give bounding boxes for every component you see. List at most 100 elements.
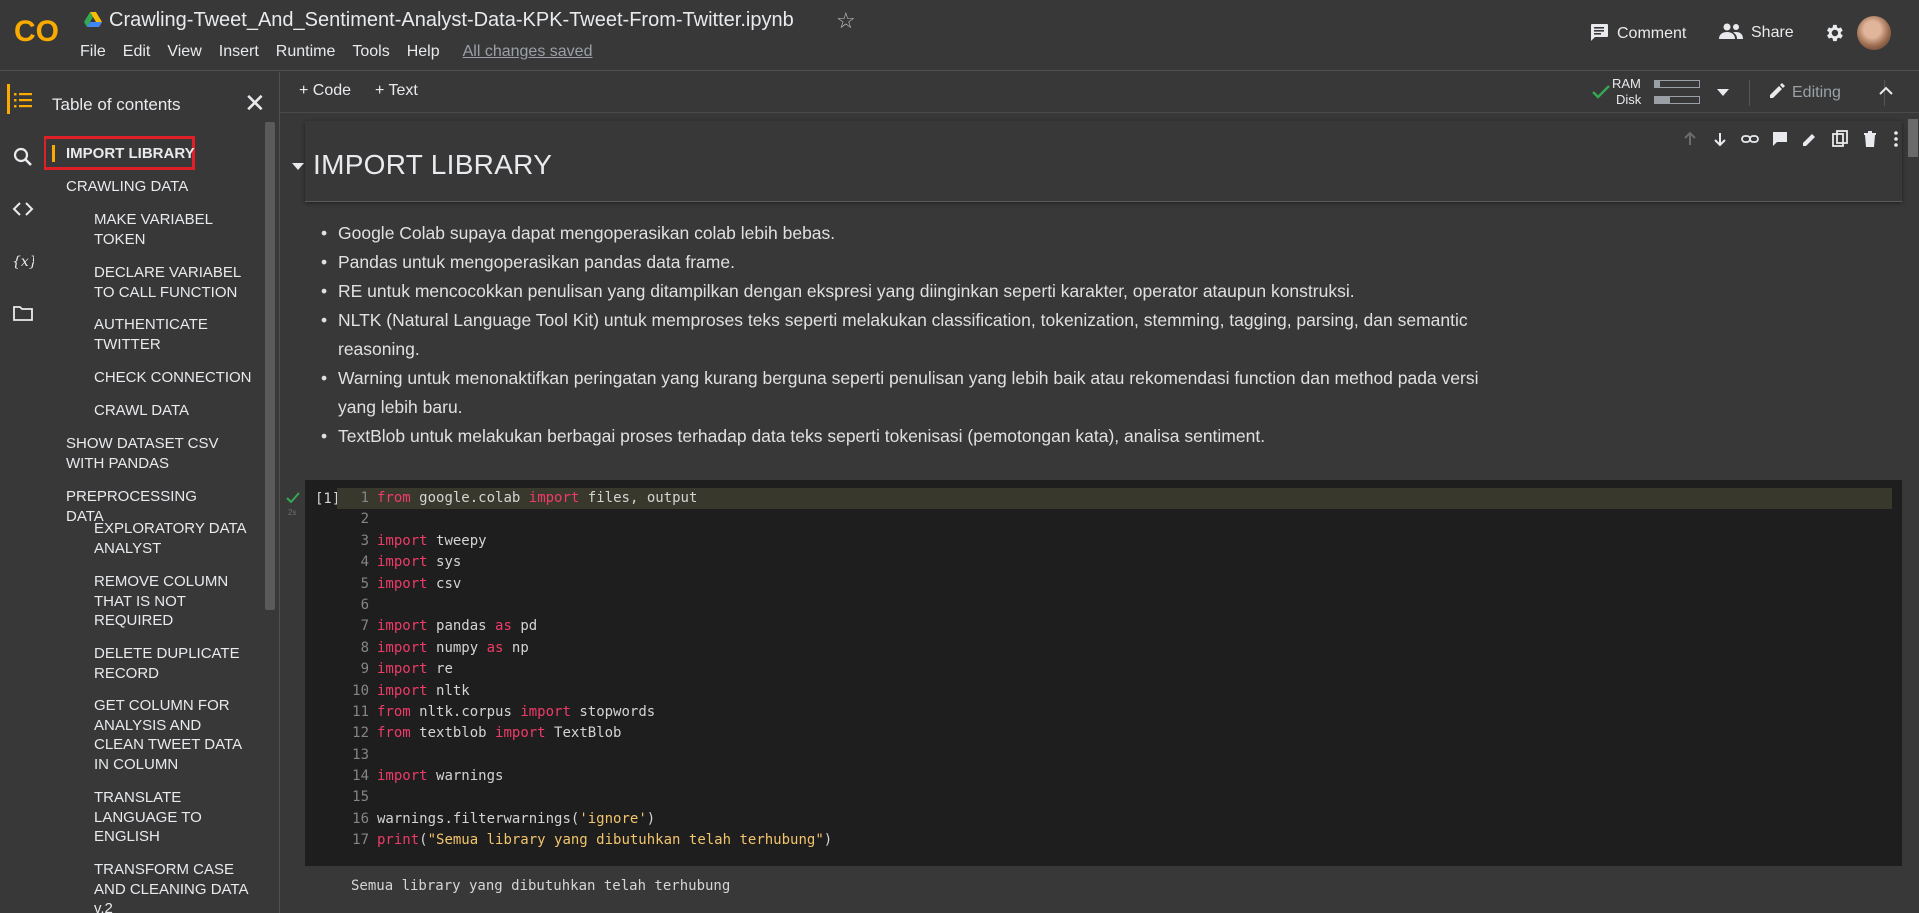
toc-item-delete-duplicate[interactable]: DELETE DUPLICATE RECORD: [94, 644, 254, 683]
toc-item-make-variabel-token[interactable]: MAKE VARIABEL TOKEN: [94, 210, 254, 249]
chevron-down-icon[interactable]: [1717, 89, 1729, 97]
code-line[interactable]: 6: [337, 595, 1892, 616]
line-number: 17: [352, 832, 369, 849]
code-line[interactable]: 3 import tweepy: [337, 531, 1892, 552]
menu-file[interactable]: File: [80, 43, 113, 61]
code-line[interactable]: 4 import sys: [337, 552, 1892, 573]
line-number: 9: [360, 661, 369, 678]
line-number: 16: [352, 810, 369, 827]
code-line[interactable]: 12 from textblob import TextBlob: [337, 723, 1892, 744]
code-line[interactable]: 11 from nltk.corpus import stopwords: [337, 702, 1892, 723]
share-button[interactable]: Share: [1719, 23, 1794, 42]
ram-disk-monitor[interactable]: RAM Disk: [1590, 75, 1700, 109]
left-rail: {x}: [0, 72, 44, 913]
code-line[interactable]: 2: [337, 509, 1892, 530]
line-number: 11: [352, 703, 369, 720]
toc-item-get-column[interactable]: GET COLUMN FOR ANALYSIS AND CLEAN TWEET …: [94, 696, 254, 774]
run-status[interactable]: 2s: [286, 490, 300, 517]
move-down-icon[interactable]: [1711, 130, 1729, 148]
toc-item-import-library[interactable]: IMPORT LIBRARY: [66, 144, 236, 164]
avatar[interactable]: [1857, 16, 1891, 50]
line-number: 3: [360, 532, 369, 549]
chevron-up-icon[interactable]: [1879, 86, 1893, 96]
toc-item-authenticate-twitter[interactable]: AUTHENTICATE TWITTER: [94, 315, 254, 354]
ram-label: RAM: [1612, 76, 1641, 91]
menu-edit[interactable]: Edit: [123, 43, 158, 61]
cell-output: Semua library yang dibutuhkan telah terh…: [351, 878, 731, 894]
description-text: Google Colab supaya dapat mengoperasikan…: [321, 219, 1538, 451]
edit-icon[interactable]: [1801, 130, 1819, 148]
code-line[interactable]: 14 import warnings: [337, 766, 1892, 787]
notebook-title[interactable]: Crawling-Tweet_And_Sentiment-Analyst-Dat…: [109, 9, 794, 32]
close-icon[interactable]: ✕: [244, 90, 266, 116]
list-item: Pandas untuk mengoperasikan pandas data …: [321, 248, 1538, 277]
table-of-contents-panel: Table of contents ✕ IMPORT LIBRARY CRAWL…: [44, 72, 280, 913]
menu-runtime[interactable]: Runtime: [276, 43, 343, 61]
code-line[interactable]: 8 import numpy as np: [337, 638, 1892, 659]
toc-icon[interactable]: [12, 89, 34, 111]
link-icon[interactable]: [1741, 130, 1759, 148]
code-line[interactable]: 7 import pandas as pd: [337, 616, 1892, 637]
code-line[interactable]: 10 import nltk: [337, 681, 1892, 702]
code-snippets-icon[interactable]: [12, 198, 34, 220]
code-line[interactable]: 1 from google.colab import files, output: [337, 488, 1892, 510]
cell-toolbar: [1675, 127, 1915, 153]
code-line[interactable]: 15: [337, 787, 1892, 808]
toc-scrollbar[interactable]: [265, 122, 275, 610]
files-icon[interactable]: [12, 302, 34, 324]
code-line[interactable]: 13: [337, 745, 1892, 766]
line-number: 6: [360, 596, 369, 613]
menu-help[interactable]: Help: [407, 43, 447, 61]
toc-item-remove-column[interactable]: REMOVE COLUMN THAT IS NOT REQUIRED: [94, 572, 254, 631]
comment-icon[interactable]: [1771, 130, 1789, 148]
code-editor[interactable]: 1 from google.colab import files, output 2…: [337, 488, 1892, 852]
pencil-icon: [1770, 83, 1785, 98]
collapse-caret-icon[interactable]: [292, 163, 304, 170]
app-header: CO Crawling-Tweet_And_Sentiment-Analyst-…: [0, 0, 1919, 71]
code-line[interactable]: 16 warnings.filterwarnings('ignore'): [337, 809, 1892, 830]
toc-item-crawl-data[interactable]: CRAWL DATA: [94, 401, 254, 421]
code-line[interactable]: 17 print("Semua library yang dibutuhkan t…: [337, 830, 1892, 851]
colab-logo[interactable]: CO: [14, 14, 64, 48]
toc-item-crawling-data[interactable]: CRAWLING DATA: [66, 177, 236, 197]
toc-item-show-dataset[interactable]: SHOW DATASET CSV WITH PANDAS: [66, 434, 236, 473]
code-cell[interactable]: 2s [1] 1 from google.colab import files, …: [286, 480, 1902, 866]
more-vert-icon[interactable]: [1887, 130, 1905, 148]
run-time: 2s: [288, 508, 297, 517]
add-code-button[interactable]: + Code: [299, 82, 351, 100]
disk-label: Disk: [1616, 92, 1642, 107]
menu-tools[interactable]: Tools: [352, 43, 396, 61]
menu-insert[interactable]: Insert: [219, 43, 266, 61]
comment-button[interactable]: Comment: [1589, 23, 1686, 43]
toc-item-transform-case[interactable]: TRANSFORM CASE AND CLEANING DATA v.2: [94, 860, 254, 913]
comment-label: Comment: [1617, 25, 1687, 42]
variables-icon[interactable]: {x}: [12, 250, 34, 272]
toc-item-translate-language[interactable]: TRANSLATE LANGUAGE TO ENGLISH: [94, 788, 254, 847]
toc-item-declare-variabel[interactable]: DECLARE VARIABEL TO CALL FUNCTION: [94, 263, 254, 302]
search-icon[interactable]: [12, 146, 34, 168]
add-text-button[interactable]: + Text: [375, 82, 418, 100]
drive-icon[interactable]: [84, 12, 102, 28]
gear-icon[interactable]: [1823, 22, 1845, 44]
saved-status[interactable]: All changes saved: [463, 43, 593, 61]
toc-item-exploratory-data-analyst[interactable]: EXPLORATORY DATA ANALYST: [94, 519, 254, 558]
line-number: 13: [352, 746, 369, 763]
toc-active-marker: [52, 145, 55, 162]
delete-icon[interactable]: [1861, 130, 1879, 148]
colab-logo-text: CO: [14, 15, 59, 48]
code-line[interactable]: 5 import csv: [337, 574, 1892, 595]
notebook-area: IMPORT LIBRARY Google Colab supaya dapat…: [280, 113, 1919, 913]
editing-mode-button[interactable]: Editing: [1768, 82, 1841, 102]
code-line[interactable]: 9 import re: [337, 659, 1892, 680]
menu-view[interactable]: View: [167, 43, 208, 61]
heading-cell[interactable]: IMPORT LIBRARY: [292, 121, 1902, 202]
toc-item-check-connection[interactable]: CHECK CONNECTION: [94, 368, 254, 388]
share-label: Share: [1751, 24, 1794, 41]
notebook-toolbar: + Code + Text RAM Disk Editing: [280, 72, 1919, 113]
menu-bar: File Edit View Insert Runtime Tools Help…: [80, 43, 592, 61]
move-up-icon[interactable]: [1681, 130, 1699, 148]
star-icon[interactable]: ☆: [836, 9, 856, 33]
line-number: 5: [360, 575, 369, 592]
mirror-cell-icon[interactable]: [1831, 130, 1849, 148]
disk-usage-fill: [1655, 97, 1671, 103]
